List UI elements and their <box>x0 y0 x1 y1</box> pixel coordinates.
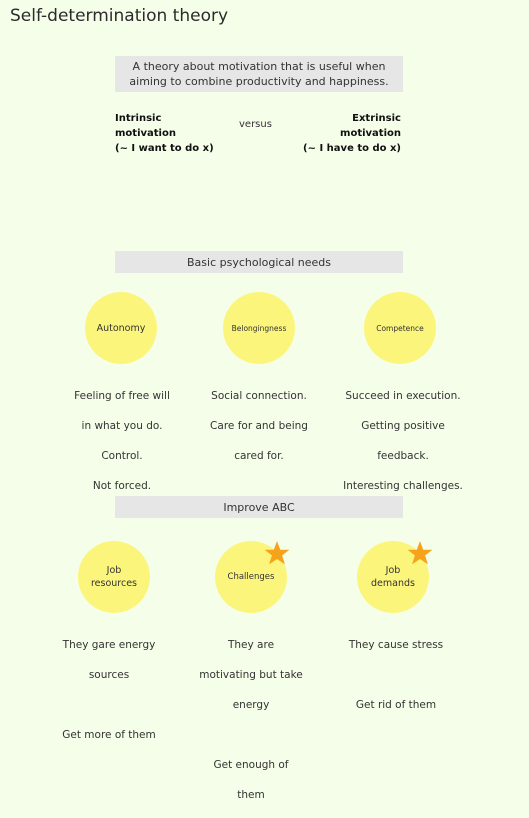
challenges-desc-line: They are <box>227 639 275 651</box>
challenges-desc-line: them <box>237 789 265 801</box>
competence-label: Competence <box>376 323 424 333</box>
intro-line-2: aiming to combine productivity and happi… <box>129 75 389 88</box>
job-resources-circle: Job resources <box>78 541 150 613</box>
belongingness-description: Social connection. Care for and being ca… <box>189 374 329 479</box>
belongingness-circle: Belongingness <box>223 292 295 364</box>
autonomy-desc-line: Control. <box>101 450 143 462</box>
autonomy-desc-line: Not forced. <box>92 480 152 492</box>
job-demands-desc-line: They cause stress <box>348 639 444 651</box>
competence-desc-line: Interesting challenges. <box>343 480 463 492</box>
intro-banner: A theory about motivation that is useful… <box>115 56 403 92</box>
intrinsic-line-3: (~ I want to do x) <box>115 143 214 154</box>
job-resources-desc-line: sources <box>88 669 130 681</box>
extrinsic-line-1: Extrinsic <box>352 113 401 124</box>
belongingness-label: Belongingness <box>231 323 287 333</box>
job-resources-desc-line: Get more of them <box>62 729 156 741</box>
intrinsic-line-2: motivation <box>115 128 176 139</box>
intro-line-1: A theory about motivation that is useful… <box>132 60 386 73</box>
competence-description: Succeed in execution. Getting positive f… <box>328 374 478 509</box>
job-resources-label: Job resources <box>91 564 137 590</box>
autonomy-desc-line: Feeling of free will <box>74 390 170 402</box>
belongingness-desc-line: cared for. <box>234 450 284 462</box>
abc-banner: Improve ABC <box>115 496 403 518</box>
job-demands-desc-line: Get rid of them <box>355 699 437 711</box>
job-demands-label-line-2: demands <box>371 578 415 589</box>
autonomy-circle: Autonomy <box>85 292 157 364</box>
star-icon-graphic <box>264 541 290 565</box>
belongingness-desc-line: Care for and being <box>210 420 308 432</box>
job-resources-label-line-2: resources <box>90 578 138 589</box>
challenges-desc-line: motivating but take <box>199 669 303 681</box>
intrinsic-line-1: Intrinsic <box>115 113 162 124</box>
competence-circle: Competence <box>364 292 436 364</box>
extrinsic-motivation-label: Extrinsic motivation (~ I have to do x) <box>303 111 401 156</box>
challenges-label: Challenges <box>227 571 275 582</box>
extrinsic-line-3: (~ I have to do x) <box>303 143 401 154</box>
star-icon <box>264 540 290 566</box>
belongingness-desc-line: Social connection. <box>211 390 307 402</box>
competence-desc-line: feedback. <box>377 450 429 462</box>
job-resources-label-line-1: Job <box>106 565 122 576</box>
challenges-desc-line: energy <box>232 699 270 711</box>
competence-desc-line: Getting positive <box>361 420 445 432</box>
job-demands-description: They cause stress Get rid of them <box>326 623 466 728</box>
needs-banner: Basic psychological needs <box>115 251 403 273</box>
star-icon-graphic <box>407 541 433 565</box>
page-title: Self-determination theory <box>10 6 229 26</box>
challenges-desc-line: Get enough of <box>213 759 289 771</box>
challenges-description: They are motivating but take energy Get … <box>181 623 321 818</box>
star-icon <box>407 540 433 566</box>
extrinsic-line-2: motivation <box>340 128 401 139</box>
versus-label: versus <box>239 119 272 130</box>
job-resources-description: They gare energy sources Get more of the… <box>44 623 174 758</box>
job-demands-label: Job demands <box>371 564 415 590</box>
competence-desc-line: Succeed in execution. <box>345 390 461 402</box>
job-resources-desc-line: They gare energy <box>62 639 156 651</box>
autonomy-desc-line: in what you do. <box>81 420 163 432</box>
intrinsic-motivation-label: Intrinsic motivation (~ I want to do x) <box>115 111 214 156</box>
autonomy-description: Feeling of free will in what you do. Con… <box>52 374 192 509</box>
autonomy-label: Autonomy <box>96 322 146 334</box>
